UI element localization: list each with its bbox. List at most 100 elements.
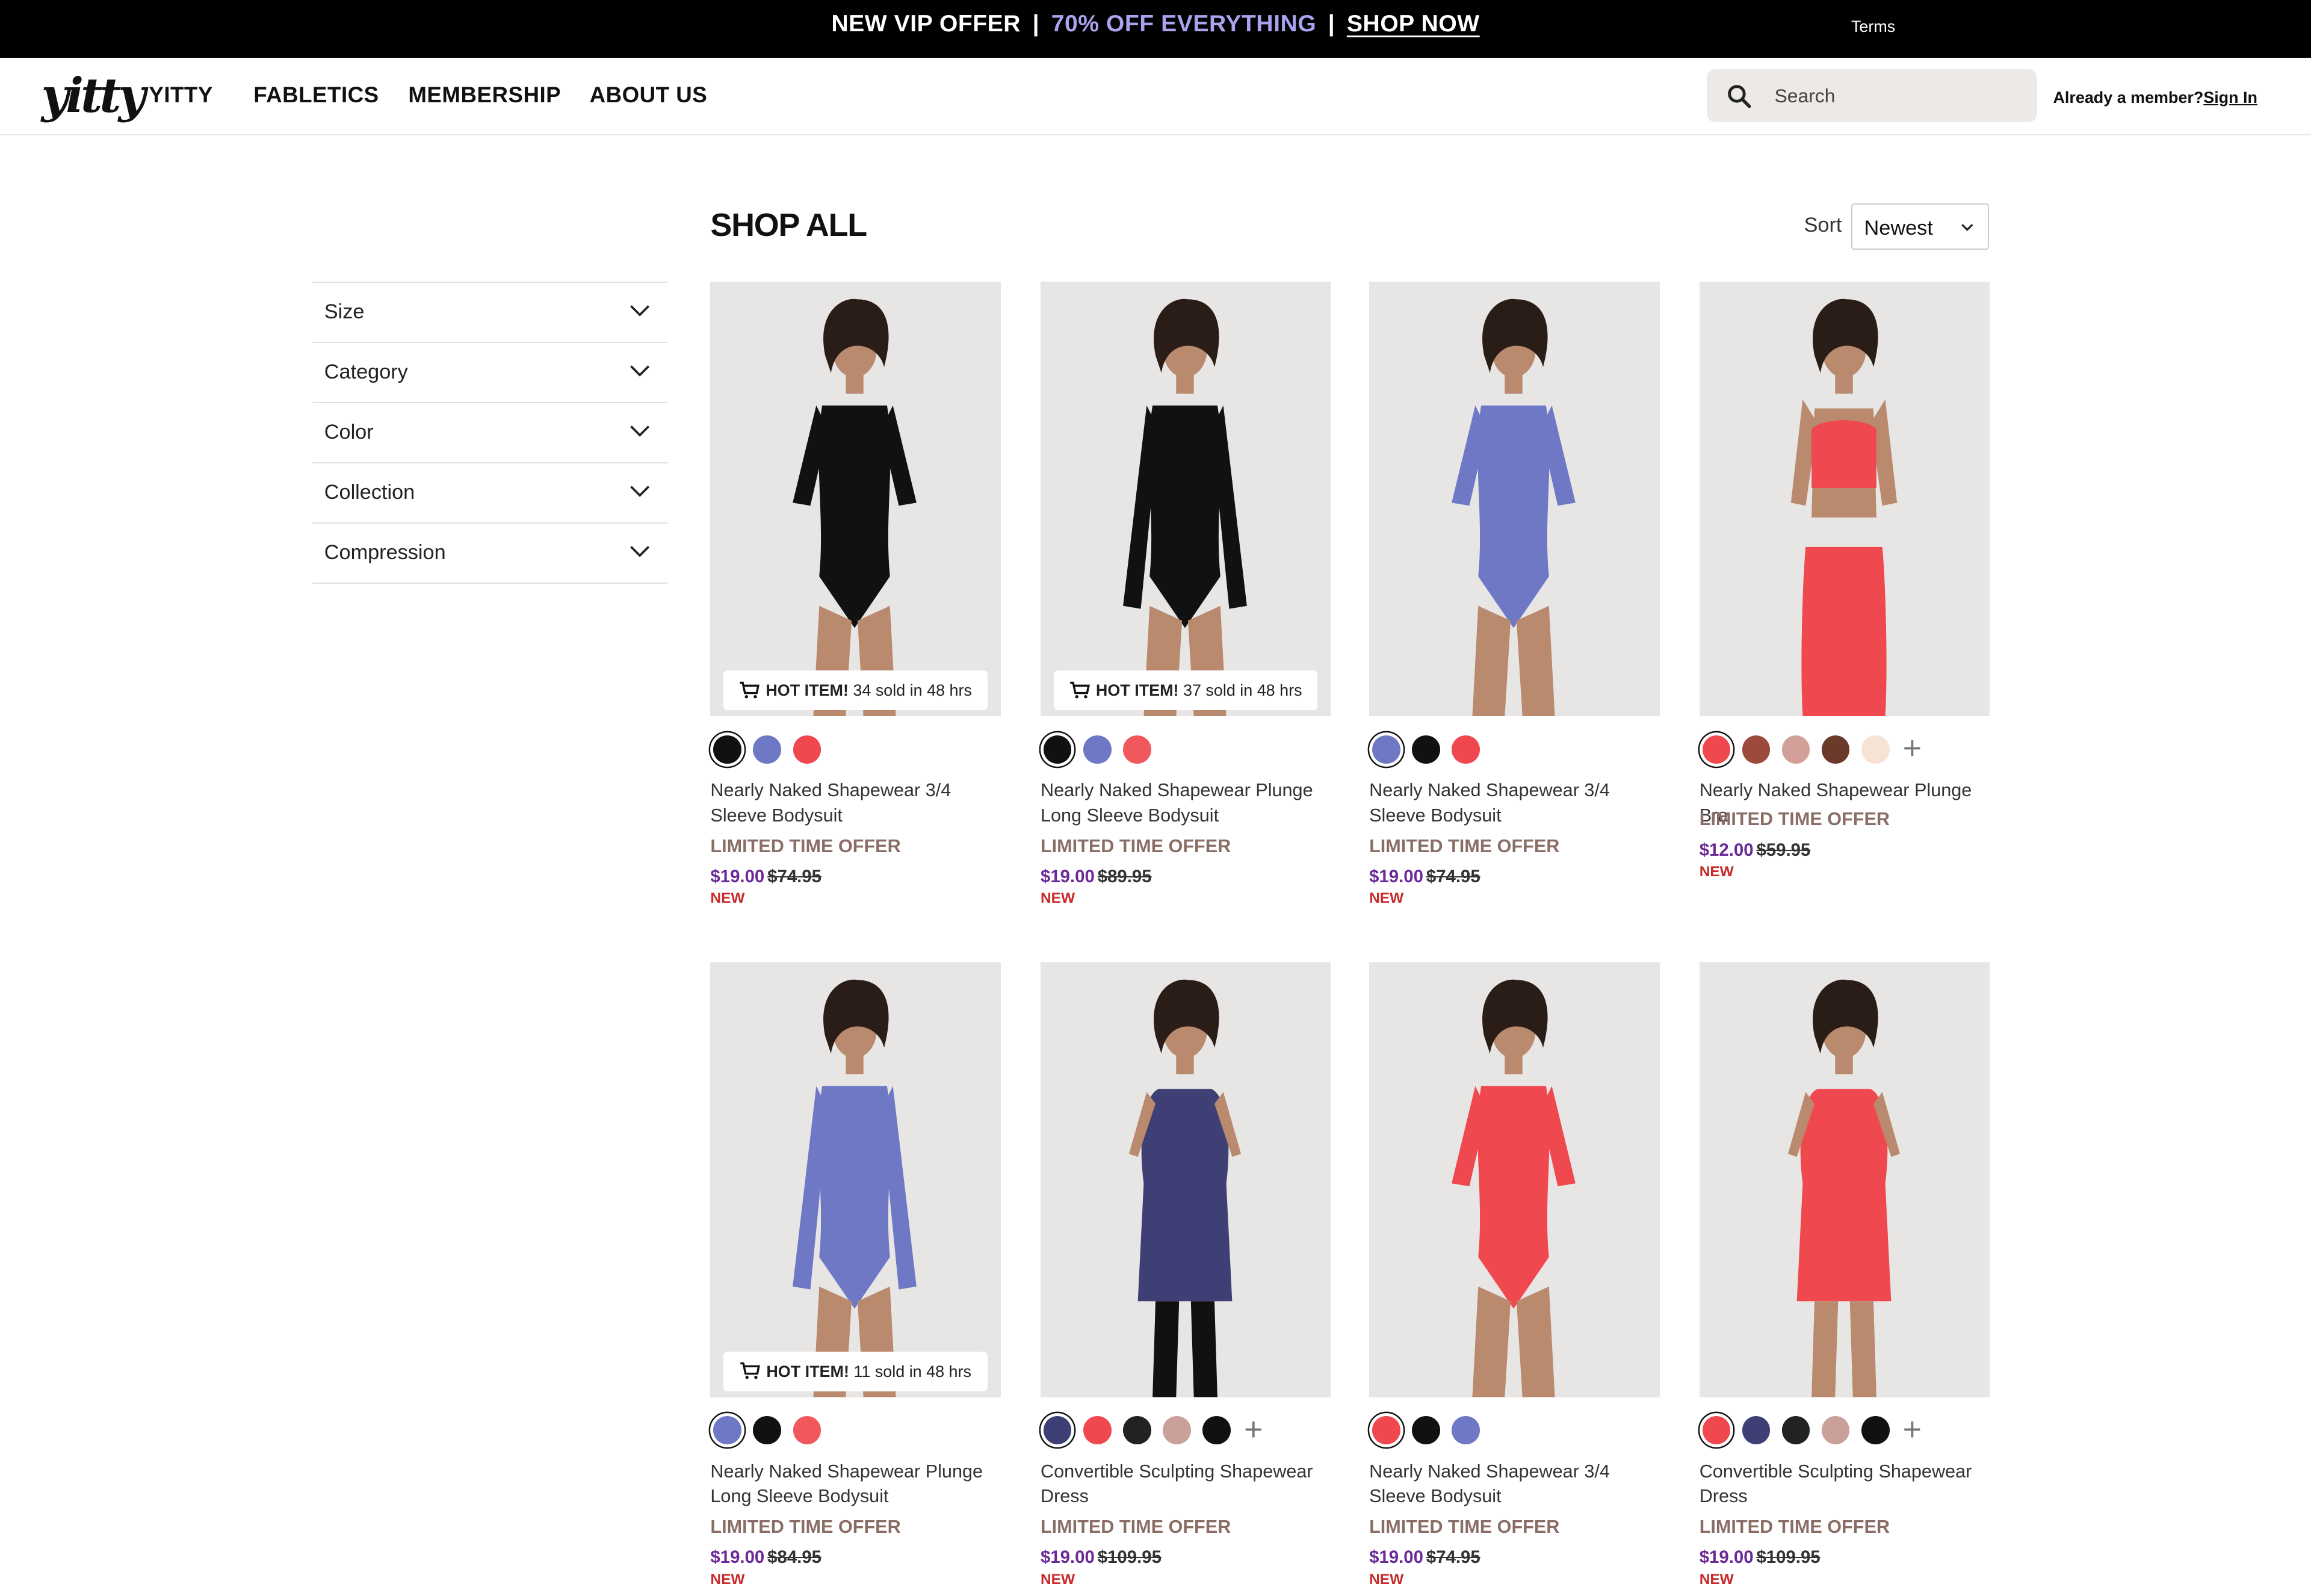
chevron-down-icon[interactable] [630,425,650,438]
product-name[interactable]: Nearly Naked Shapewear Plunge Long Sleev… [1041,778,1331,828]
new-badge: NEW [1699,1571,1734,1588]
new-badge: NEW [1040,1571,1075,1588]
nav-about-us[interactable]: ABOUT US [590,82,708,108]
filter-label: Compression [324,540,446,564]
color-swatch[interactable] [1781,735,1810,764]
color-swatch[interactable] [1861,735,1890,764]
color-swatch[interactable] [1412,1416,1440,1444]
color-swatch[interactable] [1083,735,1112,764]
product-image[interactable] [1369,282,1659,717]
product-image[interactable] [710,282,1000,717]
product-image[interactable] [1041,282,1331,717]
color-swatch[interactable] [1123,735,1151,764]
color-swatch[interactable] [793,1416,821,1444]
sale-price: $19.00 [1040,1547,1095,1568]
filter-collection[interactable]: Collection [312,462,668,522]
product-name[interactable]: Nearly Naked Shapewear 3/4 Sleeve Bodysu… [1369,778,1659,828]
color-swatches [710,732,1000,768]
product-photo[interactable] [1699,962,1990,1397]
promo-message[interactable]: NEW VIP OFFER | 70% OFF EVERYTHING | SHOP NO… [0,0,2311,49]
color-swatch[interactable] [1821,735,1850,764]
product-name[interactable]: Nearly Naked Shapewear 3/4 Sleeve Bodysu… [710,778,1000,828]
hot-item-label: HOT ITEM! [766,1362,849,1381]
more-colors-button[interactable]: + [1903,1413,1922,1446]
color-swatch[interactable] [1372,1416,1400,1444]
color-swatch[interactable] [753,1416,781,1444]
terms-link[interactable]: Terms [1851,17,1895,36]
color-swatch[interactable] [1702,735,1731,764]
chevron-down-icon[interactable] [630,485,650,498]
color-swatch[interactable] [1742,1416,1771,1444]
filter-color[interactable]: Color [312,401,668,462]
filter-compression[interactable]: Compression [312,522,668,584]
original-price: $74.95 [1426,867,1480,886]
filter-size[interactable]: Size [312,281,668,342]
filter-category[interactable]: Category [312,341,668,402]
color-swatch[interactable] [1452,1416,1480,1444]
color-swatch[interactable] [1043,735,1072,764]
color-swatch[interactable] [1412,735,1440,764]
original-price: $74.95 [1426,1547,1480,1568]
yitty-logo[interactable]: yitty [42,69,146,122]
product-name[interactable]: Convertible Sculpting Shapewear Dress [1700,1459,1990,1509]
shop-now-link[interactable]: SHOP NOW [1347,11,1480,37]
product-name[interactable]: Nearly Naked Shapewear 3/4 Sleeve Bodysu… [1369,1459,1659,1509]
product-image[interactable] [710,962,1000,1397]
color-swatch[interactable] [1821,1416,1850,1444]
chevron-down-icon[interactable] [630,545,650,558]
sort-dropdown[interactable]: Newest [1851,203,1990,250]
color-swatch[interactable] [713,1416,741,1444]
color-swatch[interactable] [1781,1416,1810,1444]
search-icon[interactable] [1727,84,1751,108]
color-swatch[interactable] [1452,735,1480,764]
color-swatch[interactable] [1163,1416,1191,1444]
chevron-down-icon[interactable] [630,365,650,378]
product-name[interactable]: Convertible Sculpting Shapewear Dress [1041,1459,1331,1509]
sign-in-link[interactable]: Sign In [2203,88,2257,107]
product-price: $12.00 $59.95 [1700,840,1811,861]
product-image[interactable] [1700,962,1990,1397]
color-swatch[interactable] [1372,735,1400,764]
color-swatch[interactable] [1083,1416,1112,1444]
filter-label: Category [324,360,408,384]
color-swatch[interactable] [1702,1416,1731,1444]
color-swatches: + [1041,1413,1331,1449]
filter-label: Collection [324,480,415,504]
color-swatches [1369,1414,1659,1449]
search-box[interactable] [1706,69,2052,123]
product-photo[interactable] [1369,281,1660,717]
more-colors-button[interactable]: + [1903,732,1922,765]
color-swatch[interactable] [753,735,781,764]
color-swatch[interactable] [1742,735,1771,764]
hot-item-text: 34 sold in 48 hrs [853,681,972,700]
new-badge: NEW [1699,864,1734,880]
product-image[interactable] [1041,962,1331,1397]
product-photo[interactable] [1040,962,1331,1397]
color-swatch[interactable] [1123,1416,1151,1444]
offer-label: LIMITED TIME OFFER [1369,835,1560,856]
color-swatches [1041,732,1331,768]
original-price: $109.95 [1756,1547,1821,1568]
product-image[interactable] [1369,962,1659,1397]
product-photo[interactable]: HOT ITEM! 37 sold in 48 hrs [1040,281,1331,717]
product-photo[interactable]: HOT ITEM! 11 sold in 48 hrs [710,962,1001,1397]
more-colors-button[interactable]: + [1244,1413,1263,1446]
color-swatch[interactable] [713,735,741,764]
offer-label: LIMITED TIME OFFER [1699,809,1890,830]
product-name[interactable]: Nearly Naked Shapewear Plunge Long Sleev… [710,1459,1000,1509]
color-swatch[interactable] [1202,1416,1231,1444]
color-swatch[interactable] [1043,1416,1072,1444]
product-image[interactable] [1700,282,1990,717]
product-photo[interactable] [1699,281,1990,717]
color-swatch[interactable] [793,735,821,764]
product-photo[interactable]: HOT ITEM! 34 sold in 48 hrs [710,281,1001,717]
chevron-down-icon[interactable] [630,305,650,318]
search-input[interactable] [1762,69,2052,123]
new-badge: NEW [1369,890,1404,907]
product-photo[interactable] [1369,962,1660,1397]
nav-yitty[interactable]: YITTY [149,82,213,108]
sale-price: $19.00 [1040,867,1095,886]
nav-membership[interactable]: MEMBERSHIP [408,82,561,108]
nav-fabletics[interactable]: FABLETICS [253,82,379,108]
color-swatch[interactable] [1861,1416,1890,1444]
